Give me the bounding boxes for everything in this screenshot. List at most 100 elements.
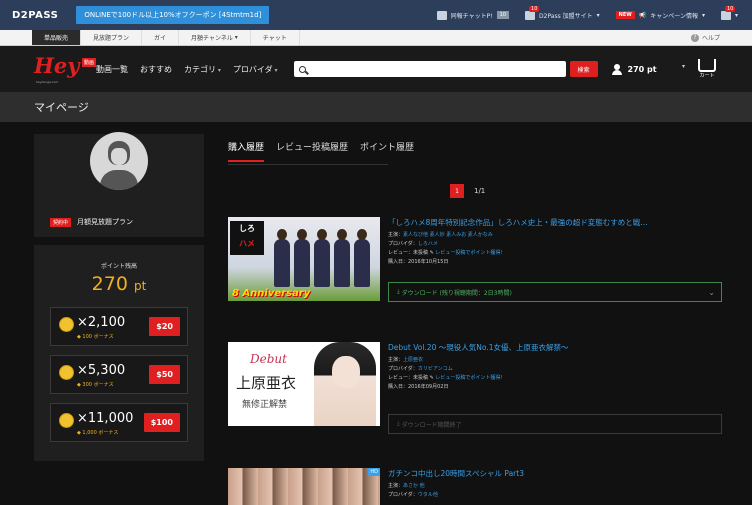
chevron-down-icon: ▾ — [596, 11, 600, 19]
item-title[interactable]: ガチンコ中出し20時間スペシャル Part3 — [388, 468, 724, 479]
item-thumbnail[interactable]: しろ ハメ 8 Anniversary — [228, 217, 380, 301]
hey-logo[interactable]: Hey 動画 heydouga.com — [34, 53, 96, 84]
user-badge: 10 — [724, 5, 736, 12]
buy-button[interactable]: $20 — [149, 317, 180, 336]
coin-icon — [59, 413, 74, 428]
tab-chat[interactable]: チャット — [251, 30, 300, 45]
package-bonus: ◆ 100 ボーナス — [77, 334, 114, 340]
tab-single-sale[interactable]: 単品販売 — [32, 30, 82, 45]
point-package: ×11,000 ◆ 1,000 ボーナス $100 — [50, 403, 188, 442]
package-amount: ×2,100 — [77, 315, 126, 330]
tab-point-history[interactable]: ポイント履歴 — [360, 140, 414, 162]
user-icon — [611, 63, 622, 75]
item-cast-link[interactable]: あさか 他 — [403, 483, 425, 489]
tab-monthly-channel[interactable]: 月額チャンネル ▾ — [179, 30, 251, 45]
cart-icon — [698, 59, 716, 72]
thumb-name: 上原亜衣 — [236, 374, 297, 392]
nav-recommended[interactable]: おすすめ — [140, 64, 172, 75]
buy-button[interactable]: $50 — [149, 365, 180, 384]
item-thumbnail[interactable]: Debut 上原亜衣 無修正解禁 — [228, 342, 380, 426]
package-amount: ×11,000 — [77, 411, 134, 426]
item-provider-link[interactable]: カリビアンコム — [418, 366, 453, 372]
package-bonus: ◆ 300 ボーナス — [77, 382, 114, 388]
item-title[interactable]: Debut Vol.20 ～現役人気No.1女優、上原亜衣解禁～ — [388, 342, 724, 353]
chevron-down-icon: ▾ — [701, 11, 705, 19]
chat-icon — [436, 10, 447, 20]
page-current[interactable]: 1 — [450, 184, 464, 198]
coin-icon — [59, 365, 74, 380]
d2pass-logo[interactable]: D2PASS — [12, 10, 58, 21]
nav-category[interactable]: カテゴリ — [184, 64, 221, 75]
item-cast-label: 主演： — [388, 357, 404, 363]
thumb-debut: Debut — [250, 352, 287, 366]
item-provider-label: プロバイダ： — [388, 241, 418, 247]
help-link[interactable]: ? ヘルプ — [690, 30, 720, 45]
hey-logo-sub: heydouga.com — [36, 80, 59, 84]
tab-unlimited-plan[interactable]: 見放題プラン — [81, 30, 143, 45]
item-thumbnail[interactable]: HD — [228, 468, 380, 505]
review-link[interactable]: レビュー投稿でポイント獲得！ — [435, 250, 505, 256]
pagination: 1 1/1 — [450, 184, 485, 198]
thumb-subtitle: 無修正解禁 — [242, 400, 288, 410]
buy-button[interactable]: $100 — [143, 413, 180, 432]
download-icon: ⤓ — [397, 420, 400, 427]
cart-button[interactable]: ▾ カート — [682, 59, 716, 79]
download-label: ダウンロード (残り視聴期間：2日3時間) — [401, 289, 512, 297]
item-provider-label: プロバイダ： — [388, 366, 418, 372]
item-date: 購入日：2016年10月15日 — [388, 259, 449, 265]
search-input[interactable] — [309, 62, 566, 76]
search-button[interactable]: 検索 — [569, 61, 598, 77]
thumb-logo-top: しろ — [239, 224, 255, 233]
grid-icon — [525, 10, 536, 20]
chevron-down-icon: ⌄ — [708, 287, 715, 297]
item-cast: 主演：素人なび他 素人妙 素人みお 素人かなみ — [388, 231, 505, 240]
user-icon — [720, 10, 731, 20]
thumb-figure — [314, 229, 330, 287]
chevron-down-icon: ▾ — [734, 11, 738, 19]
points-unit: pt — [133, 279, 147, 293]
item-provider: プロバイダ：しろハメ — [388, 240, 505, 249]
hey-logo-text: Hey — [34, 53, 80, 78]
points-label: ポイント残高 — [100, 263, 137, 270]
download-icon: ⤓ — [397, 288, 400, 295]
download-button[interactable]: ⤓ ダウンロード (残り視聴期間：2日3時間) ⌄ — [388, 282, 722, 302]
point-package: ×5,300 ◆ 300 ボーナス $50 — [50, 355, 188, 394]
d2pass-bar: D2PASS ONLINEで100ドル以上10%オフクーポン [4Stmtm1d… — [0, 0, 752, 30]
thumb-figure — [274, 229, 290, 287]
item-cast-link[interactable]: 素人なび他 素人妙 素人みお 素人かなみ — [403, 232, 493, 238]
promo-banner[interactable]: ONLINEで100ドル以上10%オフクーポン [4Stmtm1d] — [76, 6, 270, 24]
item-review: レビュー：未投稿 ✎ レビュー投稿でポイント獲得！ — [388, 374, 505, 383]
item-title[interactable]: 「しろハメ8周年特別記念作品」しろハメ史上・最強の超ド変態むすめと戦… — [388, 217, 724, 228]
review-link[interactable]: レビュー投稿でポイント獲得！ — [435, 375, 505, 381]
page-title-bar: マイページ — [0, 92, 752, 122]
item-cast: 主演：あさか 他 — [388, 482, 438, 491]
package-bonus: ◆ 1,000 ボーナス — [77, 430, 119, 436]
hey-logo-tag: 動画 — [81, 58, 96, 67]
thumb-figure — [354, 229, 370, 287]
chat-link[interactable]: 同報チャットP! 10 — [436, 10, 510, 20]
tab-purchase-history[interactable]: 購入履歴 — [228, 140, 265, 162]
nav-video-list[interactable]: 動画一覧 — [96, 64, 128, 75]
campaign-link[interactable]: NEW 📢 キャンペーン情報 ▾ — [615, 11, 705, 20]
point-package: ×2,100 ◆ 100 ボーナス $20 — [50, 307, 188, 346]
nav-provider[interactable]: プロバイダ — [233, 64, 278, 75]
tab-review-history[interactable]: レビュー投稿履歴 — [276, 140, 348, 162]
d2pass-menu: 同報チャットP! 10 10 D2Pass 加盟サイト ▾ NEW 📢 キャンペ… — [436, 5, 738, 20]
user-points[interactable]: 270 pt — [611, 63, 657, 75]
user-menu[interactable]: 10 ▾ — [720, 5, 738, 20]
hd-badge: HD — [368, 468, 380, 476]
item-provider-link[interactable]: ウタル他 — [418, 492, 438, 498]
thumb-logo-bottom: ハメ — [239, 239, 255, 248]
plan-badge: 契約中 — [50, 217, 72, 227]
item-provider-label: プロバイダ： — [388, 492, 418, 498]
member-sites-link[interactable]: 10 D2Pass 加盟サイト ▾ — [525, 5, 600, 20]
avatar-face — [111, 148, 127, 165]
tabs-divider — [228, 164, 388, 165]
item-provider-link[interactable]: しろハメ — [418, 241, 438, 247]
user-points-value: 270 pt — [627, 64, 657, 74]
page-total: 1/1 — [474, 187, 486, 195]
item-review-label: レビュー：未投稿 — [388, 375, 429, 381]
item-cast-link[interactable]: 上原亜衣 — [403, 357, 423, 363]
main-content: 契約中 月額見放題プラン ポイント残高 270 pt ×2,100 ◆ 100 … — [0, 122, 752, 505]
tab-guide[interactable]: ガイ — [142, 30, 180, 45]
